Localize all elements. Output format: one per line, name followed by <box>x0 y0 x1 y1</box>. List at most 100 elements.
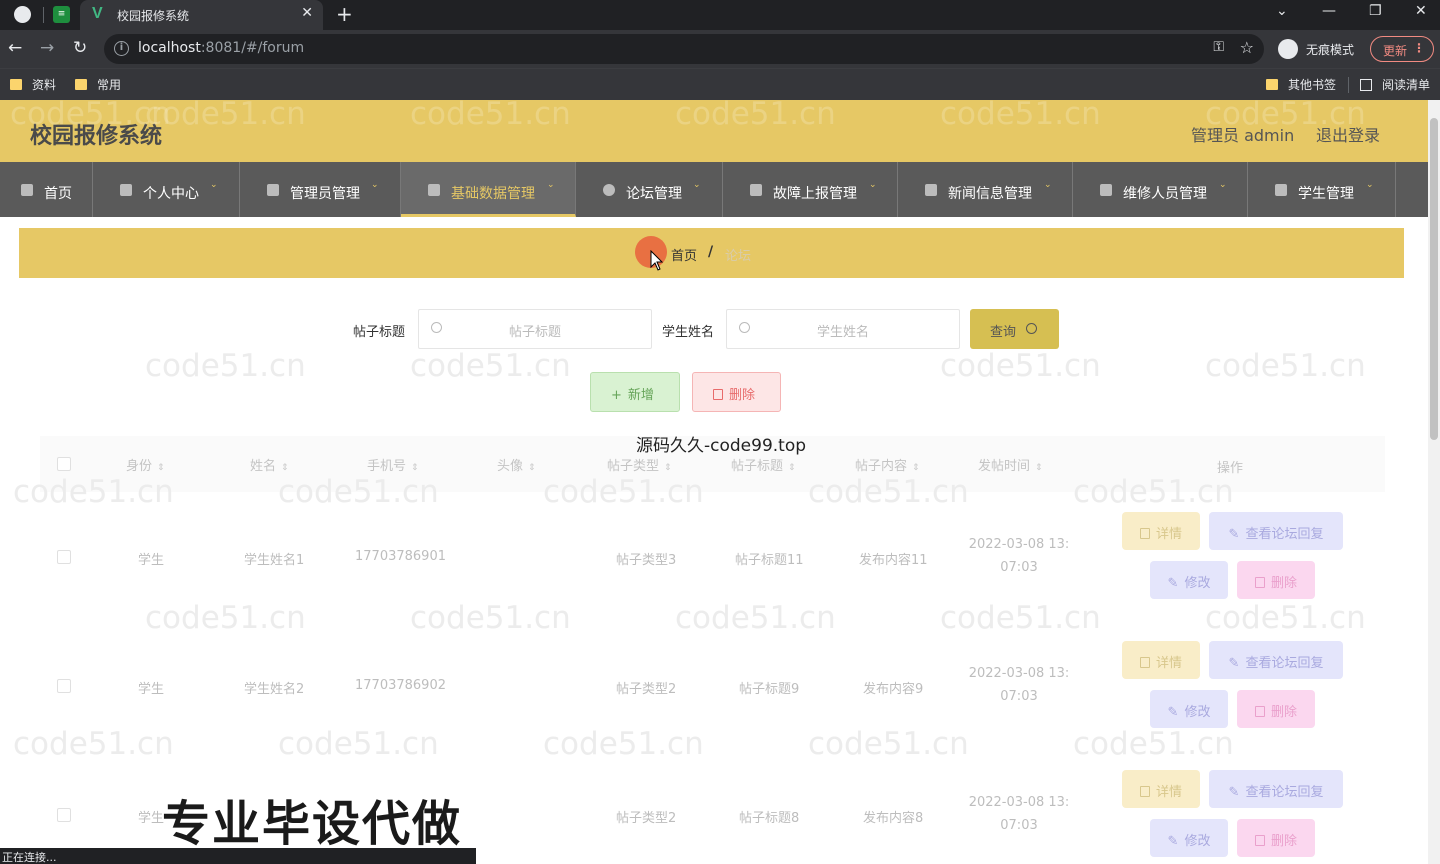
row-checkbox[interactable] <box>57 550 71 564</box>
folder-icon <box>75 79 87 90</box>
pinned-tab-icon[interactable]: ≡ <box>53 6 70 23</box>
page-scrollbar[interactable] <box>1428 100 1440 864</box>
sort-icon: ⇕ <box>281 463 289 473</box>
edit-button[interactable]: ✎ 修改 <box>1150 690 1228 728</box>
forward-icon[interactable]: → <box>40 38 54 58</box>
incognito-icon <box>1278 39 1298 59</box>
scrollbar-thumb[interactable] <box>1430 118 1438 440</box>
view-replies-button[interactable]: ✎ 查看论坛回复 <box>1209 512 1343 550</box>
url-field[interactable]: i localhost:8081/#/forum ⚿ ☆ <box>104 34 1264 64</box>
cell-post-time: 2022-03-08 13: 07:03 <box>968 795 1070 833</box>
edit-icon: ✎ <box>1167 576 1179 591</box>
delete-button[interactable]: 删除 <box>1237 690 1315 728</box>
delete-button[interactable]: 删除 <box>1237 561 1315 599</box>
column-post-time[interactable]: 发帖时间 ⇕ <box>978 455 1043 474</box>
column-avatar[interactable]: 头像 ⇕ <box>497 455 536 474</box>
select-all-checkbox[interactable] <box>57 457 71 471</box>
other-bookmarks[interactable]: 其他书签 <box>1266 76 1336 93</box>
minimize-icon[interactable]: — <box>1322 3 1336 19</box>
menu-item-repair-staff[interactable]: 维修人员管理 ⌄ <box>1073 162 1248 217</box>
main-menu: 首页 个人中心 ⌄ 管理员管理 ⌄ 基础数据管理 ⌄ 论坛管理 ⌄ 故障上报管理… <box>0 162 1428 217</box>
send-icon <box>925 184 937 196</box>
column-phone[interactable]: 手机号 ⇕ <box>367 455 419 474</box>
send-icon <box>1100 184 1112 196</box>
column-content[interactable]: 帖子内容 ⇕ <box>855 455 920 474</box>
bookmark-star-icon[interactable]: ☆ <box>1240 38 1254 57</box>
bookmark-folder[interactable]: 常用 <box>75 76 121 93</box>
edit-icon: ✎ <box>1167 705 1179 720</box>
watermark: code51.cn <box>278 726 439 762</box>
watermark: code51.cn <box>410 600 571 636</box>
incognito-indicator[interactable]: 无痕模式 <box>1278 37 1368 61</box>
bookmark-folder[interactable]: 资料 <box>10 76 56 93</box>
admin-label: 管理员 admin <box>1191 126 1295 145</box>
vue-logo-icon: V <box>92 5 103 22</box>
column-role[interactable]: 身份 ⇕ <box>126 455 165 474</box>
edit-button[interactable]: ✎ 修改 <box>1150 561 1228 599</box>
back-icon[interactable]: ← <box>8 38 22 58</box>
cell-phone: 17703786902 <box>355 678 446 693</box>
info-icon[interactable]: i <box>114 41 129 56</box>
name-search-input[interactable]: 学生姓名 <box>726 309 960 349</box>
search-icon <box>431 322 442 333</box>
update-label: 更新 <box>1383 44 1408 58</box>
tab-separator <box>43 7 44 23</box>
menu-item-students[interactable]: 学生管理 ⌄ <box>1248 162 1396 217</box>
close-tab-icon[interactable]: ✕ <box>301 5 313 21</box>
column-type[interactable]: 帖子类型 ⇕ <box>607 455 672 474</box>
more-menu-icon[interactable]: ⋮ <box>1413 41 1425 55</box>
close-window-icon[interactable]: ✕ <box>1415 3 1427 19</box>
home-icon <box>21 184 33 196</box>
view-replies-button[interactable]: ✎ 查看论坛回复 <box>1209 770 1343 808</box>
detail-button[interactable]: 详情 <box>1122 770 1200 808</box>
browser-menu-icon[interactable] <box>14 6 31 23</box>
logout-link[interactable]: 退出登录 <box>1316 122 1380 146</box>
browser-tabbar: ≡ V 校园报修系统 ✕ + ⌄ — ❐ ✕ <box>0 0 1440 30</box>
menu-item-admin[interactable]: 管理员管理 ⌄ <box>240 162 401 217</box>
edit-icon: ✎ <box>1228 656 1240 671</box>
tab-search-icon[interactable]: ⌄ <box>1276 3 1288 19</box>
menu-item-home[interactable]: 首页 <box>0 162 93 217</box>
detail-button[interactable]: 详情 <box>1122 641 1200 679</box>
menu-item-profile[interactable]: 个人中心 ⌄ <box>93 162 240 217</box>
row-checkbox[interactable] <box>57 679 71 693</box>
edit-icon: ✎ <box>1167 834 1179 849</box>
delete-button[interactable]: 删除 <box>1237 819 1315 857</box>
watermark: code51.cn <box>13 726 174 762</box>
query-button[interactable]: 查询 <box>970 309 1059 349</box>
view-replies-button[interactable]: ✎ 查看论坛回复 <box>1209 641 1343 679</box>
add-button[interactable]: + 新增 <box>590 372 680 412</box>
query-label: 查询 <box>990 325 1017 340</box>
menu-item-fault-report[interactable]: 故障上报管理 ⌄ <box>723 162 898 217</box>
browser-tab-active[interactable]: V 校园报修系统 ✕ <box>80 0 323 30</box>
plus-icon: + <box>611 388 622 403</box>
title-search-input[interactable]: 帖子标题 <box>418 309 652 349</box>
column-name[interactable]: 姓名 ⇕ <box>250 455 289 474</box>
incognito-label: 无痕模式 <box>1306 43 1355 57</box>
breadcrumb-home[interactable]: 首页 <box>671 245 697 264</box>
cell-title: 帖子标题8 <box>739 811 800 826</box>
restore-icon[interactable]: ❐ <box>1369 3 1382 19</box>
reload-icon[interactable]: ↻ <box>73 38 87 58</box>
key-icon[interactable]: ⚿ <box>1213 39 1224 55</box>
edit-button[interactable]: ✎ 修改 <box>1150 819 1228 857</box>
column-title[interactable]: 帖子标题 ⇕ <box>731 455 796 474</box>
update-button[interactable]: 更新 ⋮ <box>1370 36 1434 62</box>
menu-item-forum[interactable]: 论坛管理 ⌄ <box>576 162 723 217</box>
row-checkbox[interactable] <box>57 808 71 822</box>
title-search-label: 帖子标题 <box>353 325 406 340</box>
reading-list[interactable]: 阅读清单 <box>1360 76 1430 93</box>
cell-content: 发布内容9 <box>863 682 924 697</box>
menu-item-basic-data[interactable]: 基础数据管理 ⌄ <box>401 162 576 217</box>
edit-icon: ✎ <box>1228 785 1240 800</box>
cell-title: 帖子标题11 <box>735 553 804 568</box>
menu-item-news[interactable]: 新闻信息管理 ⌄ <box>898 162 1073 217</box>
new-tab-icon[interactable]: + <box>336 2 353 26</box>
cell-content: 发布内容8 <box>863 811 924 826</box>
search-icon <box>1026 323 1037 334</box>
trash-icon <box>1254 577 1265 588</box>
batch-delete-button[interactable]: 删除 <box>692 372 781 412</box>
cell-type: 帖子类型2 <box>616 682 677 697</box>
address-bar: ← → ↻ i localhost:8081/#/forum ⚿ ☆ 无痕模式 … <box>0 30 1440 68</box>
detail-button[interactable]: 详情 <box>1122 512 1200 550</box>
